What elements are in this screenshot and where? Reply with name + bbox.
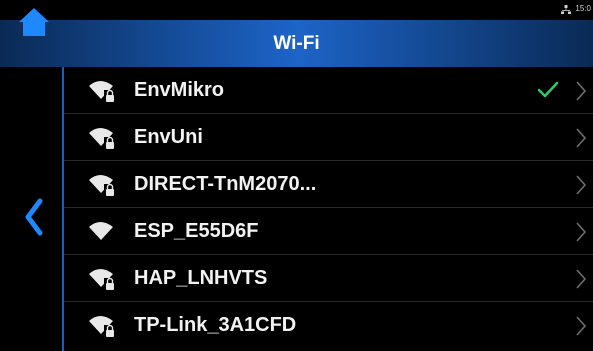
home-icon — [19, 8, 49, 36]
header-bar: Wi-Fi — [0, 20, 593, 67]
wifi-network-row[interactable]: ESP_E55D6F — [64, 208, 593, 255]
wifi-network-row[interactable]: TP-Link_3A1CFD — [64, 302, 593, 349]
wifi-secured-icon — [89, 269, 116, 291]
wifi-secured-icon — [89, 81, 116, 103]
wifi-network-row[interactable]: EnvUni — [64, 114, 593, 161]
wifi-network-row[interactable]: EnvMikro — [64, 67, 593, 114]
connected-check-icon — [537, 81, 559, 98]
wifi-network-row[interactable]: HAP_LNHVTS — [64, 255, 593, 302]
wifi-network-row[interactable]: DIRECT-TnM2070... — [64, 161, 593, 208]
chevron-right-icon — [576, 128, 587, 148]
chevron-right-icon — [576, 222, 587, 242]
home-button[interactable] — [18, 6, 50, 38]
chevron-right-icon — [576, 269, 587, 289]
page-title: Wi-Fi — [273, 33, 320, 54]
wifi-ssid-label: DIRECT-TnM2070... — [134, 173, 317, 195]
wifi-secured-icon — [89, 175, 116, 197]
left-nav-rail — [0, 67, 62, 351]
status-time: 15:0 — [575, 4, 591, 13]
back-button[interactable] — [20, 195, 48, 239]
wifi-ssid-label: TP-Link_3A1CFD — [134, 314, 297, 336]
wifi-ssid-label: HAP_LNHVTS — [134, 267, 268, 289]
wifi-secured-icon — [89, 316, 116, 338]
wifi-ssid-label: ESP_E55D6F — [134, 220, 259, 242]
chevron-right-icon — [576, 175, 587, 195]
status-right: 15:0 — [561, 4, 591, 14]
chevron-right-icon — [576, 316, 587, 336]
wifi-ssid-label: EnvMikro — [134, 79, 225, 101]
wifi-ssid-label: EnvUni — [134, 126, 203, 148]
chevron-right-icon — [576, 81, 587, 101]
wifi-screen: 15:0 Wi-Fi EnvMikro EnvUni DIRECT-TnM2070.… — [0, 0, 593, 351]
wifi-network-list: EnvMikro EnvUni DIRECT-TnM2070... ESP_E55D6… — [62, 67, 593, 351]
wifi-secured-icon — [89, 128, 116, 150]
wifi-icon — [89, 222, 113, 240]
status-bar: 15:0 — [0, 0, 593, 20]
network-icon — [561, 4, 572, 14]
back-chevron-icon — [25, 198, 43, 236]
